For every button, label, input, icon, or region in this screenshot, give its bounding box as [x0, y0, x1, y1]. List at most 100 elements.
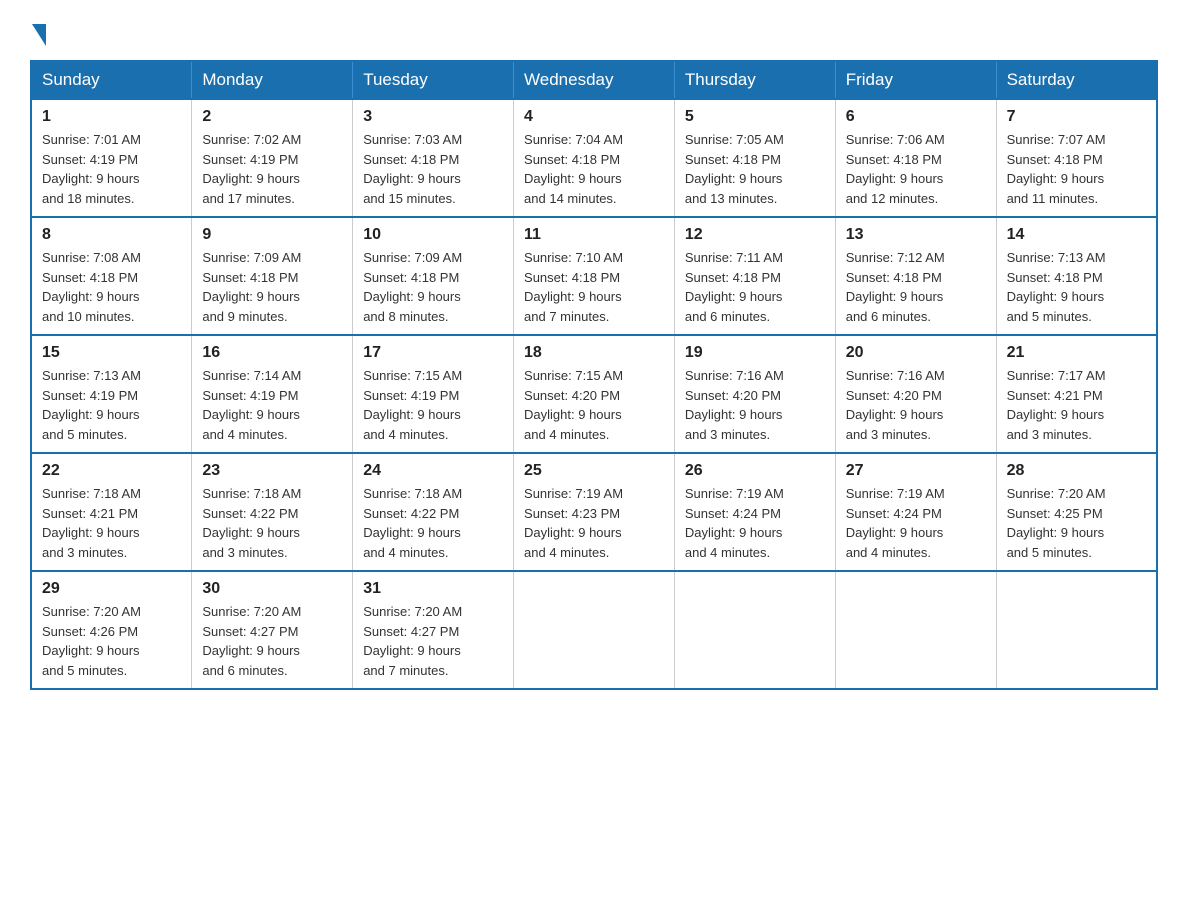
day-of-week-header: Thursday: [674, 61, 835, 99]
day-info: Sunrise: 7:04 AMSunset: 4:18 PMDaylight:…: [524, 130, 664, 208]
calendar-cell: 30 Sunrise: 7:20 AMSunset: 4:27 PMDayligh…: [192, 571, 353, 689]
calendar-row: 22Sunrise: 7:18 AMSunset: 4:21 PMDayligh…: [31, 453, 1157, 571]
day-info: Sunrise: 7:20 AMSunset: 4:25 PMDaylight:…: [1007, 484, 1146, 562]
day-number: 11: [524, 226, 664, 244]
calendar-cell: 2 Sunrise: 7:02 AMSunset: 4:19 PMDaylight…: [192, 99, 353, 217]
calendar-row: 1 Sunrise: 7:01 AMSunset: 4:19 PMDaylight…: [31, 99, 1157, 217]
calendar-cell: 12Sunrise: 7:11 AMSunset: 4:18 PMDayligh…: [674, 217, 835, 335]
day-info: Sunrise: 7:18 AMSunset: 4:22 PMDaylight:…: [202, 484, 342, 562]
calendar-cell: 6Sunrise: 7:06 AMSunset: 4:18 PMDaylight…: [835, 99, 996, 217]
calendar-cell: [835, 571, 996, 689]
day-number: 23: [202, 462, 342, 480]
day-number: 17: [363, 344, 503, 362]
calendar-cell: 13Sunrise: 7:12 AMSunset: 4:18 PMDayligh…: [835, 217, 996, 335]
calendar-cell: 15 Sunrise: 7:13 AMSunset: 4:19 PMDayligh…: [31, 335, 192, 453]
day-of-week-header: Tuesday: [353, 61, 514, 99]
day-number: 26: [685, 462, 825, 480]
day-info: Sunrise: 7:14 AMSunset: 4:19 PMDaylight:…: [202, 366, 342, 444]
day-number: 14: [1007, 226, 1146, 244]
day-number: 15: [42, 344, 181, 362]
calendar-cell: 1 Sunrise: 7:01 AMSunset: 4:19 PMDaylight…: [31, 99, 192, 217]
day-number: 9: [202, 226, 342, 244]
day-number: 29: [42, 580, 181, 598]
day-number: 25: [524, 462, 664, 480]
day-info: Sunrise: 7:18 AMSunset: 4:21 PMDaylight:…: [42, 484, 181, 562]
calendar-cell: 22Sunrise: 7:18 AMSunset: 4:21 PMDayligh…: [31, 453, 192, 571]
day-number: 3: [363, 108, 503, 126]
calendar-cell: 16 Sunrise: 7:14 AMSunset: 4:19 PMDayligh…: [192, 335, 353, 453]
calendar-cell: 8 Sunrise: 7:08 AMSunset: 4:18 PMDaylight…: [31, 217, 192, 335]
day-number: 12: [685, 226, 825, 244]
page-header: [30, 20, 1158, 40]
day-info: Sunrise: 7:01 AMSunset: 4:19 PMDaylight:…: [42, 130, 181, 208]
day-info: Sunrise: 7:20 AMSunset: 4:27 PMDaylight:…: [363, 602, 503, 680]
day-info: Sunrise: 7:20 AMSunset: 4:26 PMDaylight:…: [42, 602, 181, 680]
day-of-week-header: Sunday: [31, 61, 192, 99]
day-of-week-header: Friday: [835, 61, 996, 99]
day-info: Sunrise: 7:19 AMSunset: 4:24 PMDaylight:…: [846, 484, 986, 562]
calendar-cell: 18 Sunrise: 7:15 AMSunset: 4:20 PMDayligh…: [514, 335, 675, 453]
day-number: 16: [202, 344, 342, 362]
logo-arrow-icon: [32, 24, 46, 46]
day-number: 24: [363, 462, 503, 480]
calendar-cell: 5 Sunrise: 7:05 AMSunset: 4:18 PMDaylight…: [674, 99, 835, 217]
day-info: Sunrise: 7:12 AMSunset: 4:18 PMDaylight:…: [846, 248, 986, 326]
calendar-cell: 31 Sunrise: 7:20 AMSunset: 4:27 PMDayligh…: [353, 571, 514, 689]
day-info: Sunrise: 7:09 AMSunset: 4:18 PMDaylight:…: [363, 248, 503, 326]
day-number: 20: [846, 344, 986, 362]
calendar-cell: 19 Sunrise: 7:16 AMSunset: 4:20 PMDayligh…: [674, 335, 835, 453]
calendar-table: SundayMondayTuesdayWednesdayThursdayFrid…: [30, 60, 1158, 690]
day-number: 4: [524, 108, 664, 126]
day-number: 21: [1007, 344, 1146, 362]
calendar-cell: [674, 571, 835, 689]
calendar-cell: 4 Sunrise: 7:04 AMSunset: 4:18 PMDaylight…: [514, 99, 675, 217]
day-info: Sunrise: 7:02 AMSunset: 4:19 PMDaylight:…: [202, 130, 342, 208]
day-info: Sunrise: 7:08 AMSunset: 4:18 PMDaylight:…: [42, 248, 181, 326]
day-info: Sunrise: 7:10 AMSunset: 4:18 PMDaylight:…: [524, 248, 664, 326]
day-number: 5: [685, 108, 825, 126]
day-info: Sunrise: 7:03 AMSunset: 4:18 PMDaylight:…: [363, 130, 503, 208]
day-info: Sunrise: 7:05 AMSunset: 4:18 PMDaylight:…: [685, 130, 825, 208]
day-number: 30: [202, 580, 342, 598]
day-info: Sunrise: 7:16 AMSunset: 4:20 PMDaylight:…: [685, 366, 825, 444]
day-info: Sunrise: 7:09 AMSunset: 4:18 PMDaylight:…: [202, 248, 342, 326]
calendar-cell: [514, 571, 675, 689]
day-number: 18: [524, 344, 664, 362]
day-number: 19: [685, 344, 825, 362]
calendar-cell: 26Sunrise: 7:19 AMSunset: 4:24 PMDayligh…: [674, 453, 835, 571]
day-of-week-header: Saturday: [996, 61, 1157, 99]
calendar-header: SundayMondayTuesdayWednesdayThursdayFrid…: [31, 61, 1157, 99]
calendar-cell: 21Sunrise: 7:17 AMSunset: 4:21 PMDayligh…: [996, 335, 1157, 453]
day-info: Sunrise: 7:18 AMSunset: 4:22 PMDaylight:…: [363, 484, 503, 562]
day-info: Sunrise: 7:15 AMSunset: 4:19 PMDaylight:…: [363, 366, 503, 444]
day-info: Sunrise: 7:15 AMSunset: 4:20 PMDaylight:…: [524, 366, 664, 444]
day-number: 8: [42, 226, 181, 244]
day-of-week-header: Monday: [192, 61, 353, 99]
day-info: Sunrise: 7:07 AMSunset: 4:18 PMDaylight:…: [1007, 130, 1146, 208]
calendar-cell: 3 Sunrise: 7:03 AMSunset: 4:18 PMDaylight…: [353, 99, 514, 217]
calendar-cell: 14 Sunrise: 7:13 AMSunset: 4:18 PMDayligh…: [996, 217, 1157, 335]
header-row: SundayMondayTuesdayWednesdayThursdayFrid…: [31, 61, 1157, 99]
calendar-cell: 17 Sunrise: 7:15 AMSunset: 4:19 PMDayligh…: [353, 335, 514, 453]
calendar-cell: 25Sunrise: 7:19 AMSunset: 4:23 PMDayligh…: [514, 453, 675, 571]
day-number: 1: [42, 108, 181, 126]
logo: [30, 20, 46, 40]
day-info: Sunrise: 7:20 AMSunset: 4:27 PMDaylight:…: [202, 602, 342, 680]
calendar-cell: 20Sunrise: 7:16 AMSunset: 4:20 PMDayligh…: [835, 335, 996, 453]
day-info: Sunrise: 7:06 AMSunset: 4:18 PMDaylight:…: [846, 130, 986, 208]
calendar-cell: 9 Sunrise: 7:09 AMSunset: 4:18 PMDaylight…: [192, 217, 353, 335]
calendar-row: 8 Sunrise: 7:08 AMSunset: 4:18 PMDaylight…: [31, 217, 1157, 335]
day-number: 7: [1007, 108, 1146, 126]
calendar-cell: 23 Sunrise: 7:18 AMSunset: 4:22 PMDayligh…: [192, 453, 353, 571]
day-of-week-header: Wednesday: [514, 61, 675, 99]
day-info: Sunrise: 7:13 AMSunset: 4:18 PMDaylight:…: [1007, 248, 1146, 326]
calendar-cell: 27Sunrise: 7:19 AMSunset: 4:24 PMDayligh…: [835, 453, 996, 571]
day-number: 31: [363, 580, 503, 598]
calendar-cell: 11 Sunrise: 7:10 AMSunset: 4:18 PMDayligh…: [514, 217, 675, 335]
calendar-cell: 28Sunrise: 7:20 AMSunset: 4:25 PMDayligh…: [996, 453, 1157, 571]
calendar-cell: [996, 571, 1157, 689]
calendar-cell: 7 Sunrise: 7:07 AMSunset: 4:18 PMDaylight…: [996, 99, 1157, 217]
day-number: 2: [202, 108, 342, 126]
day-info: Sunrise: 7:13 AMSunset: 4:19 PMDaylight:…: [42, 366, 181, 444]
calendar-cell: 10Sunrise: 7:09 AMSunset: 4:18 PMDayligh…: [353, 217, 514, 335]
